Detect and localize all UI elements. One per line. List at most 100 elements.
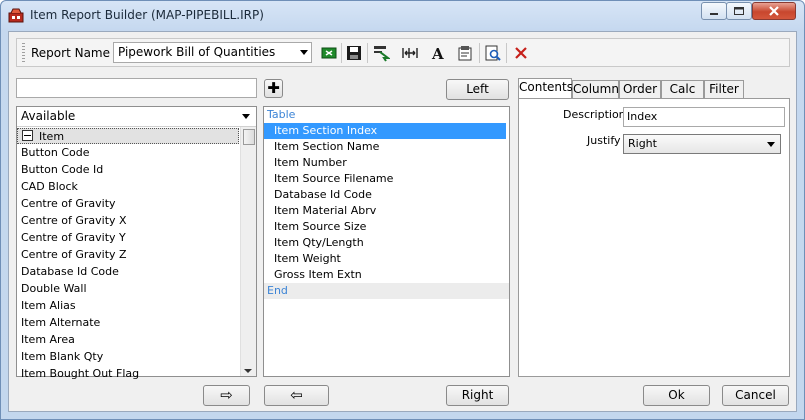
report-column-item[interactable]: Item Qty/Length xyxy=(264,235,506,251)
tab-filter[interactable]: Filter xyxy=(704,80,744,98)
item-report-builder-window: Item Report Builder (MAP-PIPEBILL.IRP) R… xyxy=(0,0,805,420)
minimize-button[interactable] xyxy=(701,2,727,20)
report-column-label: Gross Item Extn xyxy=(274,268,362,281)
close-button[interactable] xyxy=(752,2,796,20)
list-item[interactable]: Centre of Gravity X xyxy=(17,213,239,229)
add-field-button[interactable]: ⇨ xyxy=(203,385,250,406)
list-item[interactable]: Item Bought Out Flag xyxy=(17,366,239,382)
add-button[interactable]: ✚ xyxy=(264,79,283,98)
list-item[interactable]: Item Alternate xyxy=(17,315,239,331)
list-item-label: Centre of Gravity Y xyxy=(21,231,126,244)
save-icon[interactable] xyxy=(345,44,363,62)
maximize-icon xyxy=(734,7,744,15)
list-item[interactable]: Centre of Gravity xyxy=(17,196,239,212)
contents-panel: Description Index Justify Right xyxy=(518,98,790,377)
justify-select[interactable]: Right xyxy=(623,134,781,154)
list-item[interactable]: Item Alias xyxy=(17,298,239,314)
list-item-label: Item Area xyxy=(21,333,75,346)
report-column-item[interactable]: Item Material Abrv xyxy=(264,203,506,219)
tab-calc[interactable]: Calc xyxy=(661,80,704,98)
scroll-thumb[interactable] xyxy=(243,129,255,145)
report-column-label: Item Material Abrv xyxy=(274,204,377,217)
list-item[interactable]: CAD Block xyxy=(17,179,239,195)
toolbar-separator xyxy=(506,43,507,63)
available-dropdown[interactable]: Available xyxy=(17,107,256,127)
toolbar-grip[interactable] xyxy=(22,43,25,63)
arrow-right-icon: ⇨ xyxy=(220,386,233,404)
report-column-item[interactable]: Database Id Code xyxy=(264,187,506,203)
plus-icon: ✚ xyxy=(267,79,280,97)
report-column-label: Item Section Name xyxy=(274,140,380,153)
description-value: Index xyxy=(627,110,658,123)
available-scrollbar[interactable] xyxy=(240,127,256,376)
report-column-item[interactable]: Item Source Size xyxy=(264,219,506,235)
report-name-combo[interactable]: Pipework Bill of Quantities xyxy=(113,42,312,63)
report-column-item[interactable]: Item Source Filename xyxy=(264,171,506,187)
arrow-left-icon: ⇦ xyxy=(290,386,303,404)
tab-contents[interactable]: Contents xyxy=(518,78,573,98)
filter-input[interactable] xyxy=(16,78,257,98)
list-item[interactable]: Centre of Gravity Z xyxy=(17,247,239,263)
report-toolbar: Report Name Pipework Bill of Quantities … xyxy=(16,38,790,67)
list-item[interactable]: Button Code xyxy=(17,145,239,161)
report-name-value: Pipework Bill of Quantities xyxy=(118,45,276,59)
description-label: Description xyxy=(563,108,626,121)
delete-icon[interactable] xyxy=(512,44,530,62)
group-item[interactable]: Item xyxy=(17,128,239,144)
collapse-icon[interactable] xyxy=(22,130,33,141)
tab-order[interactable]: Order xyxy=(619,80,661,98)
column-width-icon[interactable] xyxy=(401,44,419,62)
remove-field-button[interactable]: ⇦ xyxy=(264,385,329,406)
toolbar-separator xyxy=(367,43,368,63)
client-area: Report Name Pipework Bill of Quantities … xyxy=(8,31,797,412)
chevron-down-icon xyxy=(767,142,775,147)
list-item[interactable]: Button Code Id xyxy=(17,162,239,178)
description-input[interactable]: Index xyxy=(623,107,785,127)
maximize-button[interactable] xyxy=(726,2,752,20)
report-column-label: Item Source Size xyxy=(274,220,367,233)
list-item-label: CAD Block xyxy=(21,180,78,193)
list-item-label: Item Blank Qty xyxy=(21,350,104,363)
list-item-label: Double Wall xyxy=(21,282,87,295)
scroll-down-icon[interactable] xyxy=(244,369,252,373)
export-excel-icon[interactable] xyxy=(320,44,338,62)
chevron-down-icon xyxy=(242,114,250,119)
list-item-label: Button Code xyxy=(21,146,90,159)
report-column-item[interactable]: Item Weight xyxy=(264,251,506,267)
list-item-label: Centre of Gravity Z xyxy=(21,248,127,261)
list-item[interactable]: Centre of Gravity Y xyxy=(17,230,239,246)
report-column-label: Database Id Code xyxy=(274,188,372,201)
font-icon[interactable]: A xyxy=(429,44,447,62)
list-item-label: Item xyxy=(39,130,65,143)
chevron-down-icon xyxy=(300,50,308,55)
tab-column[interactable]: Column xyxy=(572,80,619,98)
list-item-label: Item Bought Out Flag xyxy=(21,367,140,380)
available-dropdown-value: Available xyxy=(21,109,76,123)
report-column-item[interactable]: Item Number xyxy=(264,155,506,171)
ok-button[interactable]: Ok xyxy=(643,385,710,406)
select-icon[interactable] xyxy=(372,44,390,62)
properties-icon[interactable] xyxy=(456,44,474,62)
cancel-button[interactable]: Cancel xyxy=(722,385,789,406)
table-end: End xyxy=(264,283,509,299)
preview-icon[interactable] xyxy=(484,44,502,62)
list-item[interactable]: Database Id Code xyxy=(17,264,239,280)
title-bar[interactable]: Item Report Builder (MAP-PIPEBILL.IRP) xyxy=(1,1,804,29)
list-item[interactable]: Item Blank Qty xyxy=(17,349,239,365)
properties-tabs: Contents Column Order Calc Filter xyxy=(518,78,790,100)
list-item[interactable]: Item Area xyxy=(17,332,239,348)
left-justify-button[interactable]: Left xyxy=(446,79,509,100)
list-item-label: Item Alias xyxy=(21,299,76,312)
report-column-label: Item Qty/Length xyxy=(274,236,364,249)
report-column-item[interactable]: Item Section Index xyxy=(264,123,506,139)
available-list: Available Item Button Code Button Code Id C… xyxy=(16,106,257,380)
report-column-item[interactable]: Item Section Name xyxy=(264,139,506,155)
report-name-label: Report Name xyxy=(31,46,110,60)
list-item-label: Item Alternate xyxy=(21,316,101,329)
list-item-label: Database Id Code xyxy=(21,265,119,278)
close-icon xyxy=(769,6,779,16)
list-item-label: Centre of Gravity xyxy=(21,197,116,210)
list-item[interactable]: Double Wall xyxy=(17,281,239,297)
report-column-item[interactable]: Gross Item Extn xyxy=(264,267,506,283)
right-justify-button[interactable]: Right xyxy=(446,385,509,406)
